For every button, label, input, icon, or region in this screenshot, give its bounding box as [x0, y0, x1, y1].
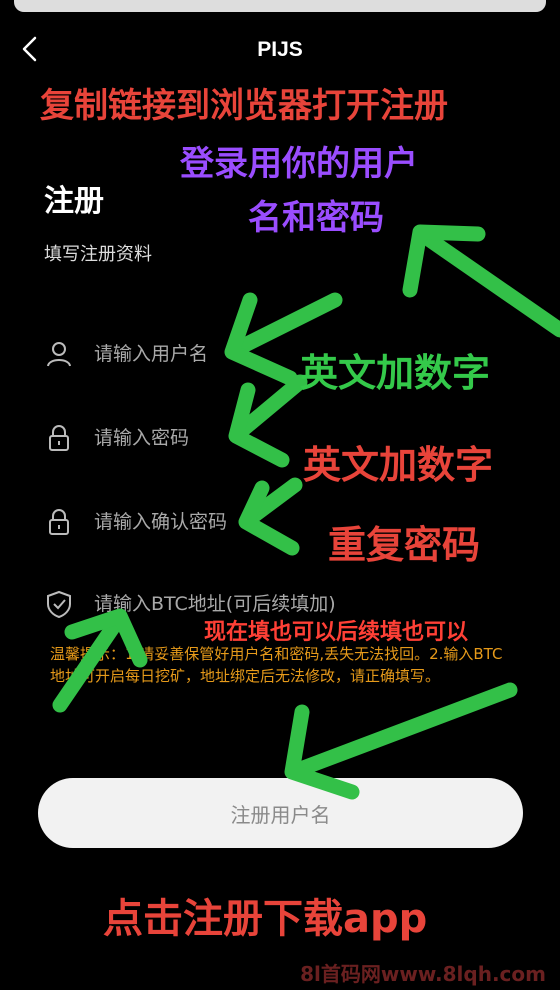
- arrow-to-login-hint-head: [402, 224, 486, 298]
- annotation-repeat-password-hint: 重复密码: [328, 523, 481, 567]
- page-subtitle: 填写注册资料: [44, 244, 152, 265]
- status-bar-strip: [14, 0, 546, 12]
- annotation-copy-link: 复制链接到浏览器打开注册: [40, 86, 448, 126]
- lock-icon: [49, 425, 69, 451]
- user-icon: [47, 342, 71, 367]
- annotation-click-hint: 点击注册下载app: [103, 896, 428, 942]
- annotation-login-hint-line1: 登录用你的用户: [180, 144, 418, 184]
- annotation-login-hint-line2: 名和密码: [248, 198, 384, 238]
- shield-check-icon: [47, 590, 71, 619]
- annotation-btc-hint: 现在填也可以后续填也可以: [204, 620, 469, 645]
- register-button[interactable]: 注册用户名: [38, 778, 523, 848]
- watermark: 8l首码网www.8lqh.com: [300, 962, 546, 986]
- lock-icon: [49, 509, 69, 535]
- arrow-to-login-hint: [422, 232, 560, 338]
- annotation-username-hint: 英文加数字: [300, 351, 491, 395]
- app-title: PIJS: [257, 38, 303, 61]
- notice-text: 温馨提示：1.请妥善保管好用户名和密码,丢失无法找回。2.输入BTC地址可开启每…: [50, 645, 503, 685]
- arrow-to-button: [290, 682, 518, 778]
- btc-address-input[interactable]: [94, 593, 474, 615]
- page-title: 注册: [44, 184, 104, 219]
- annotation-password-hint: 英文加数字: [303, 443, 494, 487]
